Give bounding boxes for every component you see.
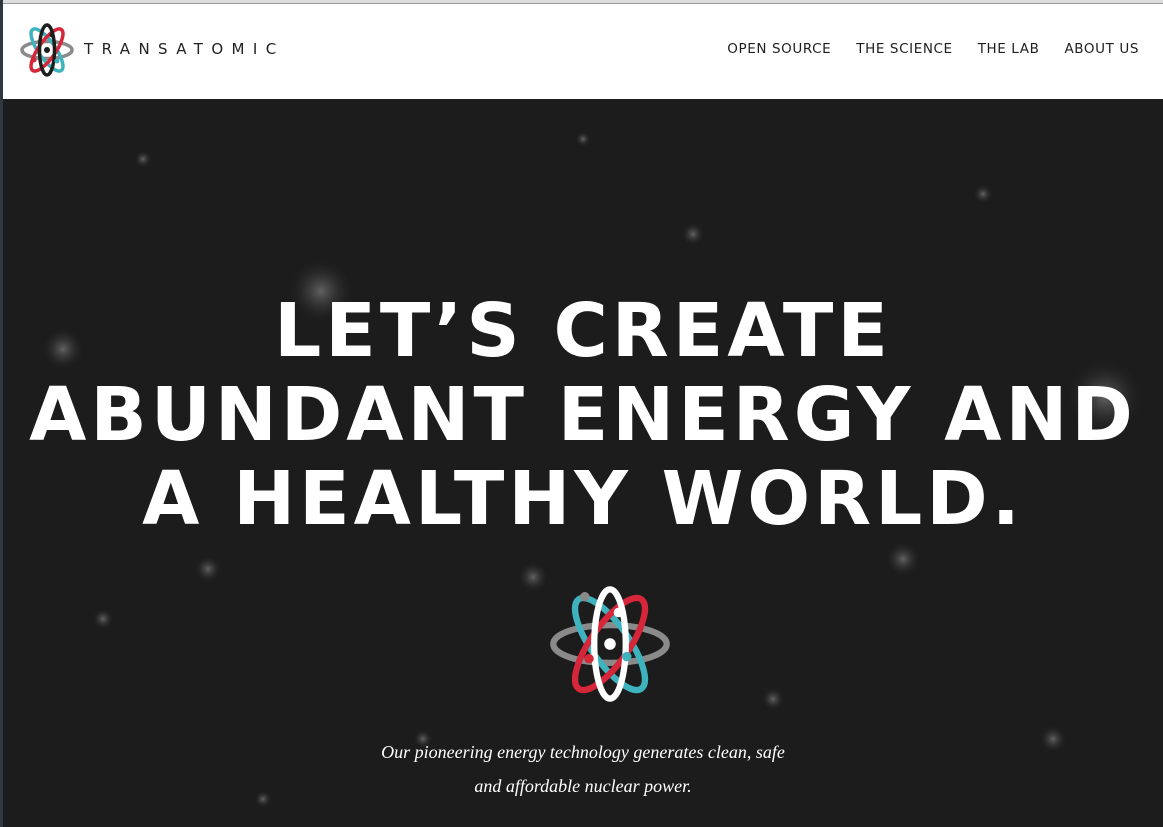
brand-name[interactable]: TRANSATOMIC xyxy=(84,40,285,58)
headline-line-1: LET’S CREATE xyxy=(274,288,892,374)
hero-headline: LET’S CREATE ABUNDANT ENERGY AND A HEALT… xyxy=(3,289,1163,541)
nav-open-source[interactable]: OPEN SOURCE xyxy=(727,41,831,57)
tagline-line-1: Our pioneering energy technology generat… xyxy=(381,742,785,762)
hero-section: LET’S CREATE ABUNDANT ENERGY AND A HEALT… xyxy=(3,99,1163,827)
headline-line-2: ABUNDANT ENERGY AND xyxy=(29,372,1137,458)
browser-top-border xyxy=(0,0,1163,4)
atom-logo-icon xyxy=(550,586,670,702)
atom-logo-icon[interactable] xyxy=(17,20,77,80)
nav-the-science[interactable]: THE SCIENCE xyxy=(856,41,952,57)
hero-tagline: Our pioneering energy technology generat… xyxy=(3,735,1163,803)
headline-line-3: A HEALTHY WORLD. xyxy=(142,456,1024,542)
site-header: TRANSATOMIC OPEN SOURCE THE SCIENCE THE … xyxy=(3,5,1163,99)
tagline-line-2: and affordable nuclear power. xyxy=(474,776,692,796)
nav-the-lab[interactable]: THE LAB xyxy=(978,41,1040,57)
nav-about-us[interactable]: ABOUT US xyxy=(1064,41,1139,57)
main-nav: OPEN SOURCE THE SCIENCE THE LAB ABOUT US xyxy=(727,41,1139,57)
